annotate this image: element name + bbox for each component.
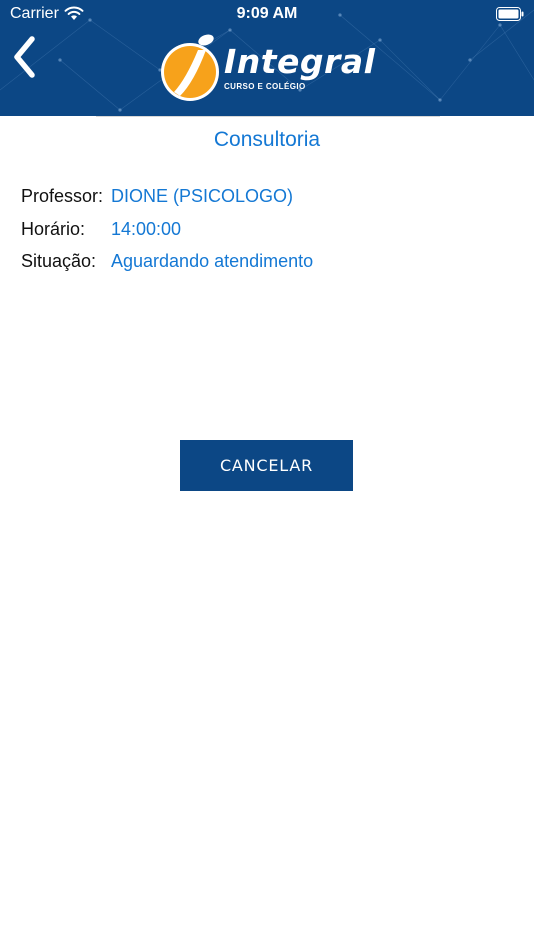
status-bar: Carrier 9:09 AM bbox=[0, 0, 534, 28]
situacao-label: Situação: bbox=[21, 251, 97, 271]
logo-subtitle: CURSO E COLÉGIO bbox=[224, 82, 306, 91]
professor-value: DIONE (PSICOLOGO) bbox=[111, 186, 294, 206]
horario-value: 14:00:00 bbox=[111, 219, 182, 239]
logo-wordmark: Integral bbox=[224, 42, 376, 81]
page-title: Consultoria bbox=[213, 128, 321, 151]
clock: 9:09 AM bbox=[236, 5, 298, 22]
horario-label: Horário: bbox=[21, 219, 86, 239]
situacao-value: Aguardando atendimento bbox=[111, 251, 314, 271]
back-button[interactable] bbox=[8, 34, 42, 82]
professor-label: Professor: bbox=[21, 186, 104, 206]
header-divider bbox=[96, 116, 440, 117]
integral-logo: Integral CURSO E COLÉGIO bbox=[160, 34, 376, 104]
app-header: Carrier 9:09 AM Integral CURSO E COLÉGIO bbox=[0, 0, 534, 116]
cancel-button[interactable]: CANCELAR bbox=[180, 440, 353, 491]
battery-icon bbox=[496, 7, 524, 21]
logo-emblem bbox=[161, 34, 219, 101]
chevron-left-icon bbox=[14, 36, 35, 78]
